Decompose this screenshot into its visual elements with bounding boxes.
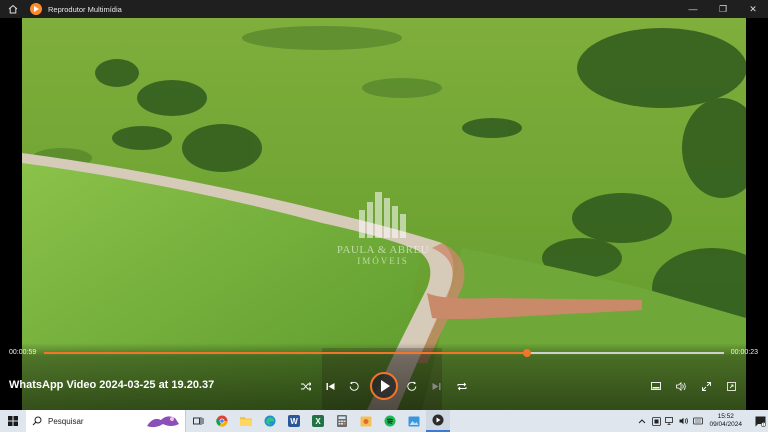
media-player-icon <box>432 414 444 426</box>
language-button[interactable] <box>691 410 705 432</box>
home-icon <box>8 4 18 14</box>
search-placeholder: Pesquisar <box>48 416 84 426</box>
word-icon: W <box>288 415 300 427</box>
rewind-icon <box>349 381 359 391</box>
excel-icon: X <box>312 415 324 427</box>
more-options-icon <box>726 381 736 391</box>
minimize-button[interactable]: — <box>678 0 708 18</box>
show-hidden-icons-button[interactable] <box>635 410 649 432</box>
photo-viewer-icon <box>408 416 420 426</box>
forward-30-button[interactable] <box>404 379 420 393</box>
search-icon <box>32 416 42 426</box>
repeat-button[interactable] <box>454 379 470 393</box>
previous-icon <box>326 382 334 390</box>
watermark: PAULA & ABREU IMÓVEIS <box>318 188 448 266</box>
network-icon <box>665 417 674 425</box>
edge-icon <box>264 415 276 427</box>
miniplayer-icon <box>651 382 661 390</box>
file-explorer-button[interactable] <box>234 410 258 432</box>
shuffle-button[interactable] <box>298 379 314 393</box>
search-highlight-icon <box>147 416 179 428</box>
start-button[interactable] <box>0 410 26 432</box>
elapsed-time: 00:00:59 <box>9 349 37 356</box>
more-options-button[interactable] <box>723 379 739 393</box>
miniplayer-button[interactable] <box>648 379 664 393</box>
calculator-icon <box>337 415 347 427</box>
fullscreen-button[interactable] <box>698 379 714 393</box>
maximize-button[interactable]: ❐ <box>708 0 738 18</box>
building-logo-icon <box>359 192 406 238</box>
play-button[interactable] <box>370 372 398 400</box>
watermark-subtitle: IMÓVEIS <box>357 256 409 266</box>
home-button[interactable] <box>0 0 26 18</box>
volume-tray-button[interactable] <box>677 410 691 432</box>
volume-button[interactable] <box>673 379 689 393</box>
file-explorer-icon <box>240 417 252 426</box>
window-title: Reprodutor Multimídia <box>48 4 122 14</box>
keyboard-icon <box>693 417 704 425</box>
excel-button[interactable]: X <box>306 410 330 432</box>
chrome-button[interactable] <box>210 410 234 432</box>
clock-date: 09/04/2024 <box>709 421 742 428</box>
volume-icon <box>675 381 686 391</box>
network-button[interactable] <box>663 410 677 432</box>
photo-viewer-button[interactable] <box>402 410 426 432</box>
edge-button[interactable] <box>258 410 282 432</box>
notification-icon: 1 <box>755 416 766 427</box>
repeat-icon <box>457 382 467 390</box>
next-button[interactable] <box>428 379 444 393</box>
taskbar: Pesquisar W X 15:52 09/04/2024 1 <box>0 410 768 432</box>
photos-icon <box>360 416 372 426</box>
previous-button[interactable] <box>322 379 338 393</box>
media-player-button[interactable] <box>426 410 450 432</box>
task-view-icon <box>192 417 203 425</box>
chrome-icon <box>216 415 228 427</box>
clock[interactable]: 15:52 09/04/2024 <box>709 413 742 429</box>
watermark-name: PAULA & ABREU <box>336 244 430 256</box>
svg-text:1: 1 <box>762 422 764 426</box>
media-player-app-icon <box>30 3 42 15</box>
title-bar: Reprodutor Multimídia — ❐ ✕ <box>0 0 768 18</box>
calculator-button[interactable] <box>330 410 354 432</box>
fast-forward-icon <box>407 381 417 391</box>
clock-time: 15:52 <box>717 413 734 420</box>
seek-bar[interactable] <box>44 349 724 357</box>
seek-bar-thumb[interactable] <box>522 349 531 357</box>
spotify-icon <box>384 415 396 427</box>
task-view-button[interactable] <box>186 410 210 432</box>
seek-bar-progress <box>44 352 527 354</box>
expand-icon <box>701 381 711 391</box>
notifications-button[interactable]: 1 <box>752 410 768 432</box>
shuffle-icon <box>301 381 311 391</box>
windows-logo-icon <box>8 416 18 426</box>
chevron-up-icon <box>639 419 646 424</box>
word-button[interactable]: W <box>282 410 306 432</box>
tray-app-button[interactable] <box>649 410 663 432</box>
tray-app-icon <box>652 416 661 426</box>
taskbar-search[interactable]: Pesquisar <box>26 410 186 432</box>
next-icon <box>432 382 440 390</box>
photos-button[interactable] <box>354 410 378 432</box>
speaker-icon <box>679 417 689 425</box>
system-tray: 15:52 09/04/2024 1 <box>635 410 768 432</box>
rewind-10-button[interactable] <box>346 379 362 393</box>
video-title: WhatsApp Video 2024-03-25 at 19.20.37 <box>9 379 215 391</box>
remaining-time: 00:00:23 <box>730 349 758 356</box>
close-button[interactable]: ✕ <box>738 0 768 18</box>
window-controls: — ❐ ✕ <box>678 0 768 18</box>
spotify-button[interactable] <box>378 410 402 432</box>
